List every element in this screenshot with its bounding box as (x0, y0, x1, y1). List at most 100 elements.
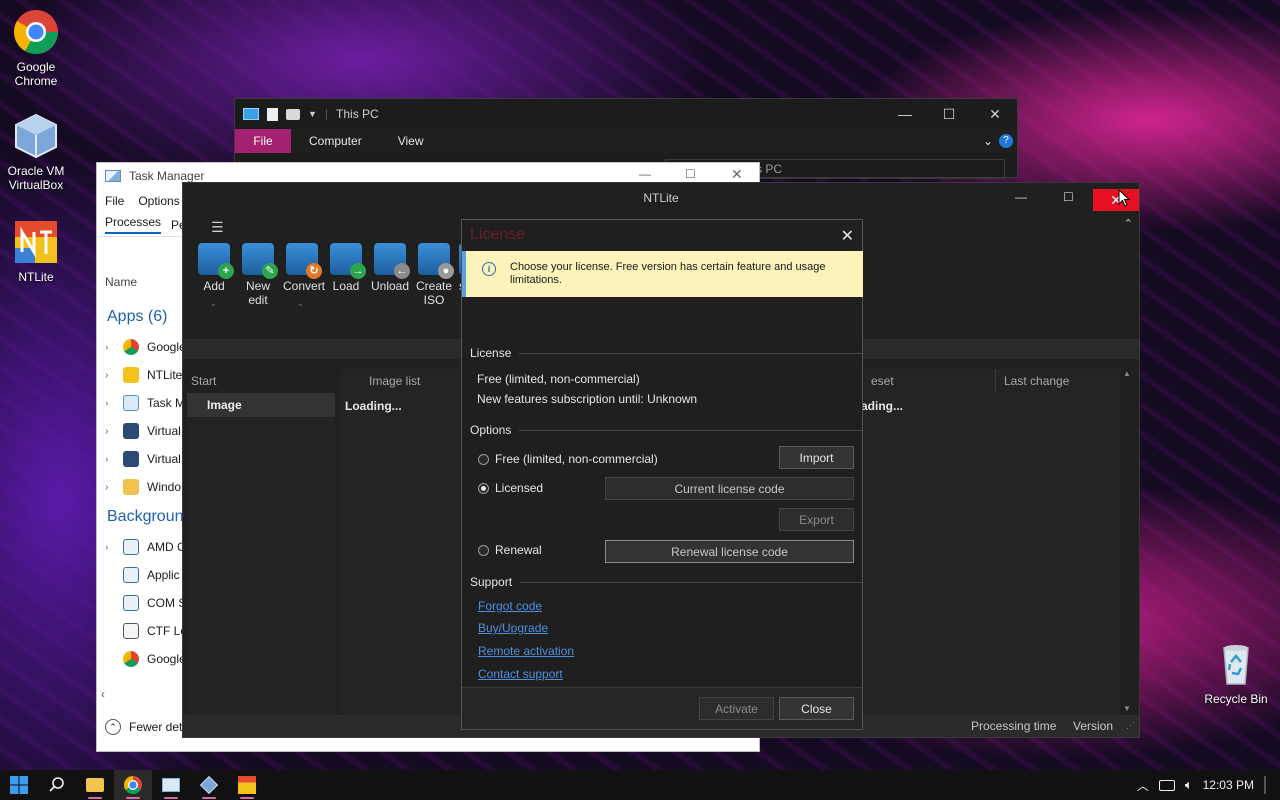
vertical-scrollbar[interactable]: ▲ ▼ (1121, 369, 1133, 713)
ribbon-tab-computer[interactable]: Computer (291, 134, 380, 148)
column-image-list[interactable]: Image list (369, 369, 420, 393)
ribbon-tab-file[interactable]: File (235, 129, 291, 153)
toolbar-add-button[interactable]: + Add (195, 243, 234, 307)
list-item[interactable]: CTF Lo (97, 617, 187, 645)
column-last-change[interactable]: Last change (995, 369, 1069, 393)
tm-process-list: Apps (6) › Google › NTLite › Task M › Virtua… (97, 301, 187, 673)
license-type: Free (limited, non-commercial) (477, 372, 640, 386)
desktop-icon-ntlite[interactable]: NTLite (0, 218, 72, 284)
tm-close-button[interactable]: ✕ (731, 166, 743, 183)
virtualbox-icon (123, 451, 139, 467)
start-button[interactable] (0, 770, 38, 800)
toolbar-unload-button[interactable]: ← Unload (371, 243, 410, 307)
dropdown-arrow-icon: ⌄ (297, 299, 304, 308)
sidebar-header: Start (191, 374, 217, 388)
resize-grip-icon[interactable]: ⋰ (1126, 720, 1135, 731)
license-dialog[interactable]: License ✕ i Choose your license. Free ve… (461, 219, 863, 730)
dropdown-arrow-icon: ⌄ (210, 299, 217, 308)
ntlite-title: NTLite (643, 191, 679, 205)
link-remote-activation[interactable]: Remote activation (478, 644, 574, 658)
link-buy-upgrade[interactable]: Buy/Upgrade (478, 621, 548, 635)
help-icon[interactable]: ? (999, 134, 1013, 148)
scroll-up-icon[interactable]: ▲ (1121, 369, 1133, 378)
desktop-icon-chrome[interactable]: Google Chrome (0, 8, 72, 88)
toolbar-load-button[interactable]: → Load (327, 243, 366, 307)
radio-free[interactable]: Free (limited, non-commercial) (478, 452, 658, 466)
radio-renewal-circle[interactable] (478, 544, 489, 556)
search-button[interactable] (38, 770, 76, 800)
collapse-ribbon-icon[interactable]: ⌃ (1124, 217, 1133, 230)
chevron-right-icon: › (105, 481, 109, 493)
desktop-icon-virtualbox[interactable]: Oracle VM VirtualBox (0, 112, 72, 192)
tm-menu-file[interactable]: File (105, 194, 124, 208)
app-window-icon (123, 539, 139, 555)
toolbar-create-iso-button[interactable]: ● Create ISO (415, 243, 454, 307)
hamburger-menu-icon[interactable]: ☰ (211, 219, 224, 236)
ntlite-minimize-button[interactable]: — (1015, 190, 1027, 204)
tm-menu-options[interactable]: Options (138, 194, 179, 208)
activate-button[interactable]: Activate (699, 697, 774, 720)
ntlite-maximize-button[interactable]: ☐ (1063, 190, 1074, 204)
list-item[interactable]: › Task M (97, 389, 187, 417)
tm-scroll-left-icon[interactable]: ‹ (101, 687, 105, 701)
ntlite-icon (12, 218, 60, 266)
list-item[interactable]: › Google (97, 333, 187, 361)
taskbar-file-explorer[interactable] (76, 770, 114, 800)
taskbar-clock[interactable]: 12:03 PM (1203, 778, 1254, 792)
ntlite-titlebar: NTLite — ☐ ✕ (183, 183, 1139, 213)
radio-licensed[interactable]: Licensed (478, 481, 543, 495)
current-license-code-field[interactable]: Current license code (605, 477, 854, 500)
renewal-license-code-field[interactable]: Renewal license code (605, 540, 854, 563)
tm-maximize-button[interactable]: ☐ (685, 167, 696, 181)
chevron-down-icon[interactable]: ▼ (308, 109, 317, 119)
taskbar-ntlite[interactable] (228, 770, 266, 800)
radio-licensed-circle[interactable] (478, 482, 489, 494)
list-item[interactable]: › AMD C (97, 533, 187, 561)
volume-icon[interactable]: 🔈︎ (1185, 777, 1193, 793)
license-dialog-close-icon[interactable]: ✕ (841, 226, 854, 246)
desktop-icon-recycle-bin[interactable]: Recycle Bin (1200, 640, 1272, 706)
tab-processes[interactable]: Processes (105, 215, 162, 234)
export-button[interactable]: Export (779, 508, 854, 531)
chevron-up-icon[interactable]: ︿ (1137, 777, 1149, 794)
toolbar-convert-button[interactable]: ↻ Convert (283, 243, 325, 307)
column-preset[interactable]: eset (871, 369, 894, 393)
chevron-right-icon: › (105, 453, 109, 465)
taskbar-virtualbox[interactable] (190, 770, 228, 800)
desktop-icon-label: Oracle VM VirtualBox (7, 164, 65, 192)
chrome-icon (123, 651, 139, 667)
taskbar-chrome[interactable] (114, 770, 152, 800)
ribbon-expand-icon[interactable]: ⌄ (983, 134, 993, 148)
notification-icon[interactable] (1264, 776, 1266, 794)
explorer-minimize-button[interactable]: — (883, 99, 927, 129)
explorer-maximize-button[interactable]: ☐ (927, 99, 971, 129)
ribbon-tab-view[interactable]: View (380, 134, 442, 148)
explorer-close-button[interactable]: ✕ (973, 99, 1017, 129)
list-item[interactable]: › Virtual (97, 417, 187, 445)
scroll-down-icon[interactable]: ▼ (1121, 704, 1133, 713)
list-item[interactable]: › Windo (97, 473, 187, 501)
tm-minimize-button[interactable]: — (639, 167, 651, 181)
import-button[interactable]: Import (779, 446, 854, 469)
close-button[interactable]: Close (779, 697, 854, 720)
list-item[interactable]: Google (97, 645, 187, 673)
status-version: Version (1073, 719, 1114, 733)
toolbar-new-edit-button[interactable]: ✎ New edit (239, 243, 278, 307)
network-icon[interactable] (1158, 779, 1175, 791)
link-forgot-code[interactable]: Forgot code (478, 599, 542, 613)
virtualbox-icon (123, 423, 139, 439)
list-item[interactable]: Applic (97, 561, 187, 589)
list-item[interactable]: COM S (97, 589, 187, 617)
list-item[interactable]: › NTLite (97, 361, 187, 389)
tm-column-name[interactable]: Name (105, 275, 137, 289)
sidebar-item-image[interactable]: Image (187, 393, 335, 417)
radio-free-circle[interactable] (478, 453, 489, 465)
section-support: Support (470, 575, 862, 589)
tm-fewer-details[interactable]: ⌃ Fewer det (105, 719, 182, 735)
taskbar-task-manager[interactable] (152, 770, 190, 800)
radio-renewal[interactable]: Renewal (478, 543, 542, 557)
ntlite-close-button[interactable]: ✕ (1093, 189, 1139, 211)
pen-icon (122, 623, 139, 639)
list-item[interactable]: › Virtual (97, 445, 187, 473)
link-contact-support[interactable]: Contact support (478, 667, 563, 681)
